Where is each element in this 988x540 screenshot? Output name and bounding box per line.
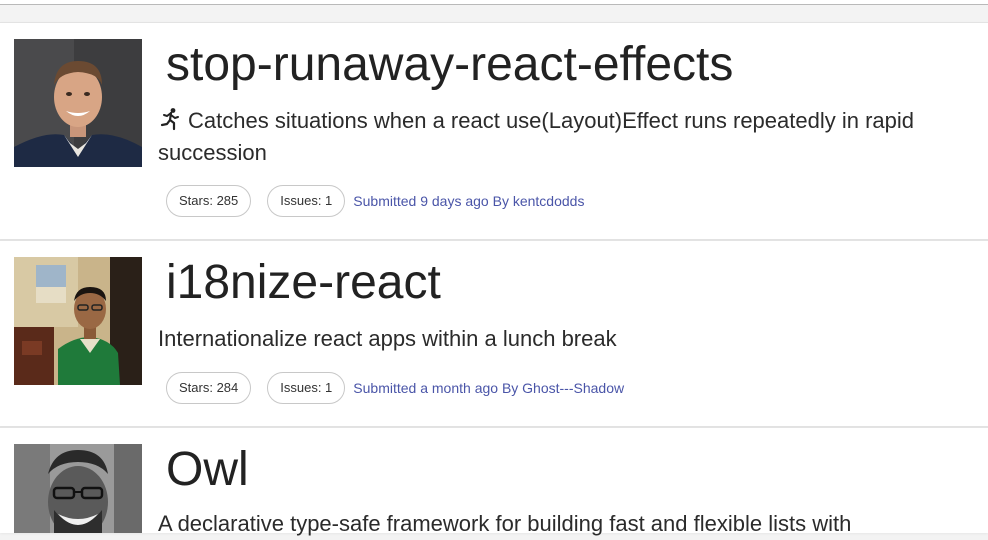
item-title[interactable]: Owl [166,442,249,498]
item-description: Internationalize react apps within a lun… [158,323,948,355]
top-divider [0,0,988,5]
submitted-link[interactable]: Submitted a month ago By Ghost---Shadow [353,380,624,396]
item-description-text: Catches situations when a react use(Layo… [158,108,914,165]
list-item: i18nize-react Internationalize react app… [0,240,988,427]
issues-badge[interactable]: Issues: 1 [267,372,346,404]
avatar[interactable] [14,444,142,533]
runner-icon [158,107,182,131]
item-description-text: A declarative type-safe framework for bu… [158,511,852,536]
item-meta: Stars: 285 Issues: 1 Submitted 9 days ag… [166,185,584,217]
issues-badge[interactable]: Issues: 1 [267,185,346,217]
stars-badge[interactable]: Stars: 285 [166,185,252,217]
list-item: stop-runaway-react-effects Catches situa… [0,22,988,240]
stars-badge[interactable]: Stars: 284 [166,372,252,404]
avatar[interactable] [14,257,142,385]
item-title[interactable]: stop-runaway-react-effects [166,37,733,93]
item-description-text: Internationalize react apps within a lun… [158,326,617,351]
item-description: Catches situations when a react use(Layo… [158,105,948,169]
item-meta: Stars: 284 Issues: 1 Submitted a month a… [166,372,624,404]
avatar[interactable] [14,39,142,167]
submitted-link[interactable]: Submitted 9 days ago By kentcdodds [353,193,584,209]
item-description: A declarative type-safe framework for bu… [158,508,948,540]
list-item: Owl A declarative type-safe framework fo… [0,427,988,536]
item-title[interactable]: i18nize-react [166,255,441,311]
